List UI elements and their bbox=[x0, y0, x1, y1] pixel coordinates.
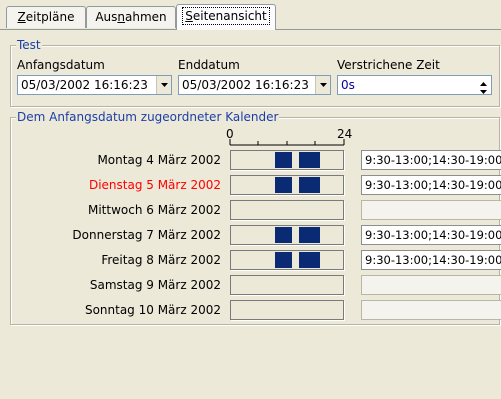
working-block bbox=[275, 227, 292, 243]
end-date-value: 05/03/2002 16:16:23 bbox=[182, 78, 309, 92]
day-hours-monday[interactable]: 9:30-13:00;14:30-19:00 bbox=[361, 150, 501, 170]
day-label-wednesday: Mittwoch 6 März 2002 bbox=[87, 203, 221, 217]
day-label-friday: Freitag 8 März 2002 bbox=[101, 253, 221, 267]
end-date-dropdown-button[interactable] bbox=[315, 76, 330, 94]
test-group-legend: Test bbox=[16, 38, 42, 52]
day-label-saturday: Samstag 9 März 2002 bbox=[89, 278, 221, 292]
working-block bbox=[299, 177, 320, 193]
tab-ausnahmen-label: Ausnahmen bbox=[95, 10, 167, 24]
day-hours-friday[interactable]: 9:30-13:00;14:30-19:00 bbox=[361, 250, 501, 270]
working-block bbox=[299, 227, 320, 243]
day-bar-thursday bbox=[230, 225, 344, 245]
day-bar-tuesday bbox=[230, 175, 344, 195]
chevron-down-icon bbox=[480, 90, 487, 94]
tab-zeitplaene-label: Zeitpläne bbox=[17, 10, 75, 24]
working-block bbox=[275, 152, 292, 168]
day-hours-saturday[interactable] bbox=[361, 275, 501, 295]
day-label-tuesday: Dienstag 5 März 2002 bbox=[88, 178, 221, 192]
start-date-combo[interactable]: 05/03/2002 16:16:23 bbox=[17, 75, 172, 95]
end-date-combo[interactable]: 05/03/2002 16:16:23 bbox=[178, 75, 331, 95]
working-block bbox=[275, 252, 292, 268]
start-date-dropdown-button[interactable] bbox=[156, 76, 171, 94]
tab-seitenansicht[interactable]: Seitenansicht bbox=[176, 4, 276, 30]
elapsed-time-value: 0s bbox=[341, 78, 355, 92]
day-label-thursday: Donnerstag 7 März 2002 bbox=[72, 228, 221, 242]
day-hours-tuesday[interactable]: 9:30-13:00;14:30-19:00 bbox=[361, 175, 501, 195]
day-bar-wednesday bbox=[230, 200, 344, 220]
day-bar-saturday bbox=[230, 275, 344, 295]
day-bar-sunday bbox=[230, 300, 344, 320]
chevron-down-icon bbox=[161, 83, 168, 87]
chevron-down-icon bbox=[320, 83, 327, 87]
day-label-sunday: Sonntag 10 März 2002 bbox=[84, 303, 221, 317]
tab-zeitplaene[interactable]: Zeitpläne bbox=[6, 6, 86, 28]
working-block bbox=[275, 177, 292, 193]
day-label-monday: Montag 4 März 2002 bbox=[97, 153, 221, 167]
tab-seitenansicht-label: Seitenansicht bbox=[182, 7, 270, 25]
day-bar-monday bbox=[230, 150, 344, 170]
day-hours-thursday[interactable]: 9:30-13:00;14:30-19:00 bbox=[361, 225, 501, 245]
calendar-group-legend: Dem Anfangsdatum zugeordneter Kalender bbox=[16, 110, 280, 124]
start-date-value: 05/03/2002 16:16:23 bbox=[21, 78, 148, 92]
working-block bbox=[299, 152, 320, 168]
start-date-label: Anfangsdatum bbox=[17, 58, 105, 72]
elapsed-time-label: Verstrichene Zeit bbox=[337, 58, 440, 72]
elapsed-time-spinner[interactable]: 0s bbox=[337, 75, 492, 95]
day-hours-sunday[interactable] bbox=[361, 300, 501, 320]
tab-ausnahmen[interactable]: Ausnahmen bbox=[86, 6, 176, 28]
day-bar-friday bbox=[230, 250, 344, 270]
working-block bbox=[299, 252, 320, 268]
spin-up-button[interactable] bbox=[477, 77, 490, 86]
time-scale-ruler bbox=[229, 139, 345, 146]
day-hours-wednesday[interactable] bbox=[361, 200, 501, 220]
spin-down-button[interactable] bbox=[477, 85, 490, 94]
end-date-label: Enddatum bbox=[178, 58, 240, 72]
